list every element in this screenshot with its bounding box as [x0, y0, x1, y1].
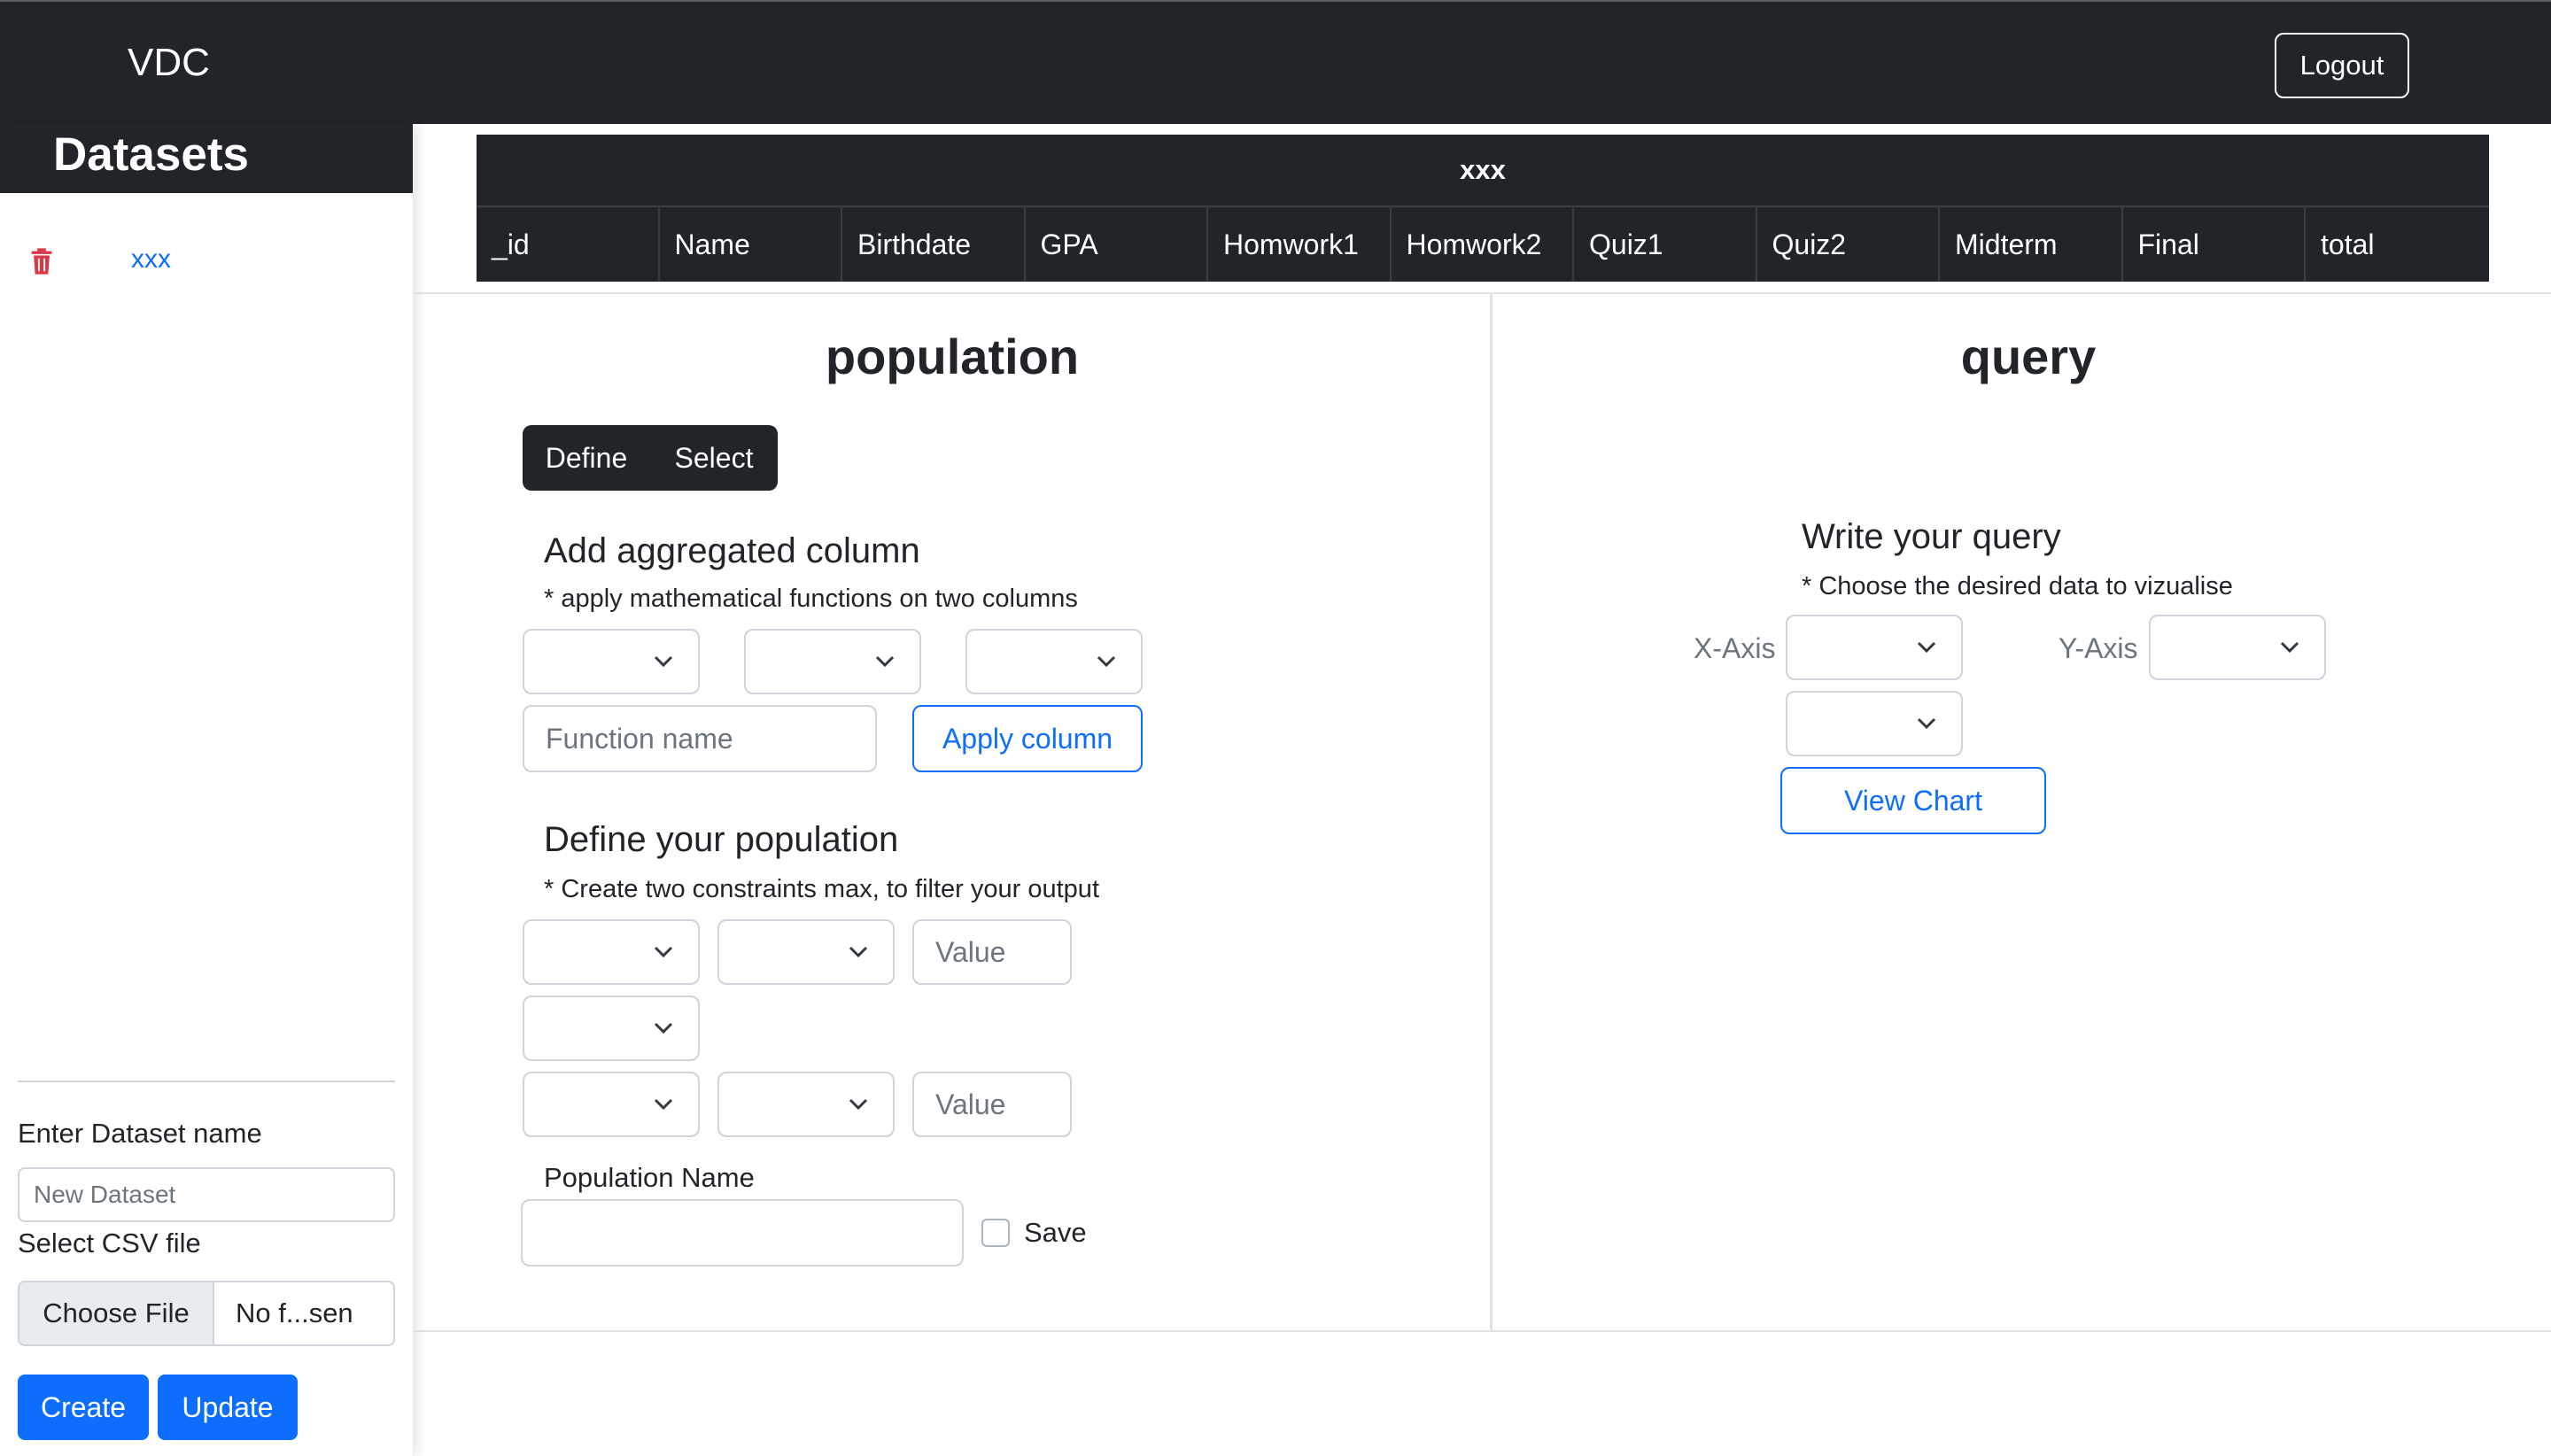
- chevron-down-icon: [654, 655, 673, 668]
- query-title: query: [1960, 329, 2097, 384]
- table-header-row: _id Name Birthdate GPA Homwork1 Homwork2…: [477, 207, 2489, 282]
- column-header: _id: [477, 207, 660, 282]
- chevron-down-icon: [1097, 655, 1116, 668]
- chevron-down-icon: [849, 1098, 868, 1111]
- constraint-2-operator-select[interactable]: [717, 1072, 895, 1137]
- top-navbar: VDC Logout: [0, 0, 2551, 124]
- y-axis-label: Y-Axis: [2059, 632, 2138, 664]
- content-divider: [413, 292, 2551, 294]
- chevron-down-icon: [1917, 717, 1936, 730]
- aggregate-function-select[interactable]: [744, 629, 921, 694]
- dataset-name-input[interactable]: [18, 1167, 395, 1222]
- chart-type-select[interactable]: [1786, 691, 1963, 756]
- function-name-input[interactable]: [523, 705, 877, 772]
- y-axis-select[interactable]: [2149, 615, 2326, 680]
- save-checkbox-label: Save: [1024, 1217, 1087, 1248]
- sidebar-title: Datasets: [53, 128, 249, 181]
- define-population-note: * Create two constraints max, to filter …: [544, 875, 1099, 903]
- trash-icon[interactable]: [30, 246, 53, 276]
- chevron-down-icon: [849, 946, 868, 958]
- chevron-down-icon: [654, 1098, 673, 1111]
- aggregate-column-b-select[interactable]: [965, 629, 1143, 694]
- column-header: total: [2321, 228, 2375, 260]
- column-header: Final: [2123, 207, 2306, 282]
- sidebar-header: Datasets: [0, 124, 413, 193]
- aggregated-heading: Add aggregated column: [544, 531, 920, 570]
- constraint-logic-select[interactable]: [523, 995, 700, 1061]
- apply-column-button[interactable]: Apply column: [912, 705, 1143, 772]
- population-name-input[interactable]: [521, 1199, 964, 1266]
- column-header: Midterm: [1940, 207, 2123, 282]
- view-chart-button[interactable]: View Chart: [1780, 767, 2046, 834]
- population-tab-group: Define Select: [523, 425, 778, 491]
- csv-file-label: Select CSV file: [18, 1228, 201, 1259]
- population-title: population: [825, 329, 1080, 384]
- aggregated-note: * apply mathematical functions on two co…: [544, 585, 1078, 613]
- aggregate-column-a-select[interactable]: [523, 629, 700, 694]
- column-header: Quiz1: [1574, 207, 1757, 282]
- column-header: Birthdate: [842, 207, 1026, 282]
- constraint-2-value-input[interactable]: [912, 1072, 1072, 1137]
- define-population-heading: Define your population: [544, 820, 899, 859]
- x-axis-label: X-Axis: [1694, 632, 1776, 664]
- query-heading: Write your query: [1802, 517, 2061, 556]
- logout-button[interactable]: Logout: [2275, 33, 2409, 98]
- update-button[interactable]: Update: [158, 1375, 298, 1440]
- table-caption: xxx: [477, 135, 2489, 207]
- save-checkbox[interactable]: [981, 1219, 1010, 1247]
- constraint-1-operator-select[interactable]: [717, 919, 895, 985]
- dataset-list-item: xxx: [0, 236, 413, 289]
- chevron-down-icon: [875, 655, 895, 668]
- dataset-name-label: Enter Dataset name: [18, 1118, 262, 1149]
- chevron-down-icon: [2280, 641, 2299, 654]
- tab-select[interactable]: Select: [650, 425, 778, 491]
- chevron-down-icon: [1917, 641, 1936, 654]
- dataset-table: xxx _id Name Birthdate GPA Homwork1 Homw…: [477, 135, 2489, 282]
- tab-define[interactable]: Define: [523, 425, 650, 491]
- population-name-label: Population Name: [544, 1162, 755, 1193]
- x-axis-select[interactable]: [1786, 615, 1963, 680]
- column-header: Homwork1: [1208, 207, 1392, 282]
- column-header: GPA: [1026, 207, 1208, 282]
- create-button[interactable]: Create: [18, 1375, 149, 1440]
- brand[interactable]: VDC: [128, 41, 210, 85]
- choose-file-button[interactable]: Choose File: [19, 1282, 214, 1344]
- constraint-1-column-select[interactable]: [523, 919, 700, 985]
- column-header: Name: [660, 207, 842, 282]
- sidebar-divider: [18, 1080, 395, 1082]
- csv-file-input[interactable]: Choose File No f...sen: [18, 1281, 395, 1346]
- constraint-2-column-select[interactable]: [523, 1072, 700, 1137]
- column-header: Quiz2: [1757, 207, 1940, 282]
- sidebar: Datasets xxx Enter Dataset name Select C…: [0, 124, 413, 1456]
- file-name-text: No f...sen: [236, 1297, 353, 1328]
- constraint-1-value-input[interactable]: [912, 919, 1072, 985]
- query-note: * Choose the desired data to vizualise: [1802, 572, 2233, 600]
- chevron-down-icon: [654, 1022, 673, 1034]
- dataset-link[interactable]: xxx: [131, 244, 171, 275]
- content-divider: [413, 1330, 2551, 1332]
- chevron-down-icon: [654, 946, 673, 958]
- column-divider: [1490, 294, 1493, 1330]
- column-header: Homwork2: [1392, 207, 1574, 282]
